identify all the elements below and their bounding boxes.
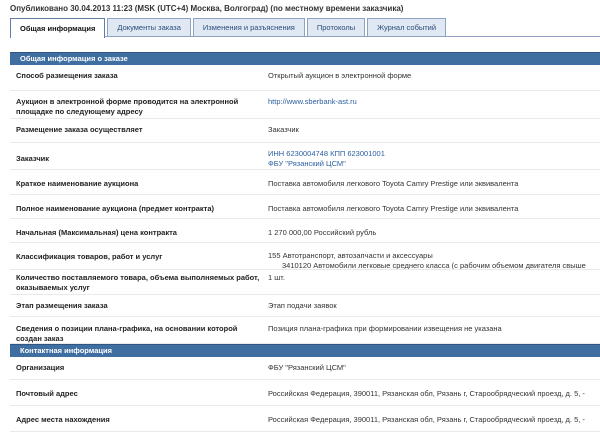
info-row-stage: Этап размещения заказа Этап подачи заяво… <box>10 295 600 317</box>
field-label: Краткое наименование аукциона <box>16 179 139 188</box>
contact-row-organization: Организация ФБУ "Рязанский ЦСМ" <box>10 357 600 380</box>
field-label: Начальная (Максимальная) цена контракта <box>16 228 177 237</box>
field-label: Полное наименование аукциона (предмет ко… <box>16 204 215 213</box>
classification-code-2: 3410120 Автомобили легковые среднего кла… <box>282 260 586 270</box>
field-value: Заказчик <box>268 125 299 134</box>
published-info: Опубликовано 30.04.2013 11:23 (MSK (UTC+… <box>10 4 404 13</box>
classification-code-1: 155 Автотранспорт, автозапчасти и аксесс… <box>268 251 433 260</box>
contact-row-postal-address: Почтовый адрес Российская Федерация, 390… <box>10 380 600 406</box>
info-row-full-name: Полное наименование аукциона (предмет ко… <box>10 195 600 219</box>
tab-event-log[interactable]: Журнал событий <box>367 18 447 36</box>
platform-link[interactable]: http://www.sberbank-ast.ru <box>260 91 600 118</box>
field-label: Аукцион в электронной форме проводится н… <box>16 97 239 116</box>
tab-order-documents[interactable]: Документы заказа <box>107 18 191 36</box>
field-label: Организация <box>16 363 65 372</box>
info-row-customer: Заказчик ИНН 6230004748 КПП 623001001 ФБ… <box>10 143 600 170</box>
info-row-quantity: Количество поставляемого товара, объема … <box>10 270 600 295</box>
tab-general-info[interactable]: Общая информация <box>10 18 106 38</box>
field-label: Почтовый адрес <box>16 389 78 398</box>
field-label: Адрес места нахождения <box>16 415 110 424</box>
info-row-classification: Классификация товаров, работ и услуг 155… <box>10 243 600 270</box>
field-label: Классификация товаров, работ и услуг <box>16 252 163 261</box>
section-general-header: Общая информация о заказе <box>10 52 600 65</box>
field-label: Этап размещения заказа <box>16 301 108 310</box>
field-value: ФБУ "Рязанский ЦСМ" <box>268 363 346 372</box>
field-value: 1 шт. <box>268 273 285 282</box>
info-row-placement-method: Способ размещения заказа Открытый аукцио… <box>10 65 600 91</box>
main-content: Общая информация о заказе Способ размеще… <box>10 52 600 432</box>
field-label: Количество поставляемого товара, объема … <box>16 273 260 292</box>
field-label: Размещение заказа осуществляет <box>16 125 143 134</box>
field-label: Заказчик <box>16 154 50 163</box>
info-row-placement-by: Размещение заказа осуществляет Заказчик <box>10 119 600 143</box>
field-value: Этап подачи заявок <box>268 301 337 310</box>
field-value: Поставка автомобиля легкового Toyota Cam… <box>268 204 519 213</box>
field-value: 1 270 000,00 Российский рубль <box>268 228 377 237</box>
info-row-max-price: Начальная (Максимальная) цена контракта … <box>10 219 600 243</box>
field-value: Российская Федерация, 390011, Рязанская … <box>268 415 585 424</box>
contact-row-location-address: Адрес места нахождения Российская Федера… <box>10 406 600 432</box>
field-value: Позиция плана-графика при формировании и… <box>268 324 502 333</box>
tab-changes-clarifications[interactable]: Изменения и разъяснения <box>192 18 305 36</box>
tab-bar: Общая информация Документы заказа Измене… <box>10 17 600 38</box>
info-row-platform-address: Аукцион в электронной форме проводится н… <box>10 91 600 119</box>
field-label: Способ размещения заказа <box>16 71 118 80</box>
customer-inn: ИНН 6230004748 КПП 623001001 <box>268 149 385 158</box>
field-value: Российская Федерация, 390011, Рязанская … <box>268 389 585 398</box>
field-label: Сведения о позиции плана-графика, на осн… <box>16 324 238 343</box>
tab-protocols[interactable]: Протоколы <box>306 18 366 36</box>
field-value: Поставка автомобиля легкового Toyota Cam… <box>268 179 519 188</box>
field-value: 155 Автотранспорт, автозапчасти и аксесс… <box>260 243 600 269</box>
customer-link[interactable]: ИНН 6230004748 КПП 623001001 ФБУ "Рязанс… <box>260 143 600 169</box>
info-row-short-name: Краткое наименование аукциона Поставка а… <box>10 170 600 195</box>
section-contact-header: Контактная информация <box>10 344 600 357</box>
customer-name: ФБУ "Рязанский ЦСМ" <box>268 158 346 168</box>
field-value: Открытый аукцион в электронной форме <box>268 71 412 80</box>
info-row-plan-position: Сведения о позиции плана-графика, на осн… <box>10 317 600 344</box>
